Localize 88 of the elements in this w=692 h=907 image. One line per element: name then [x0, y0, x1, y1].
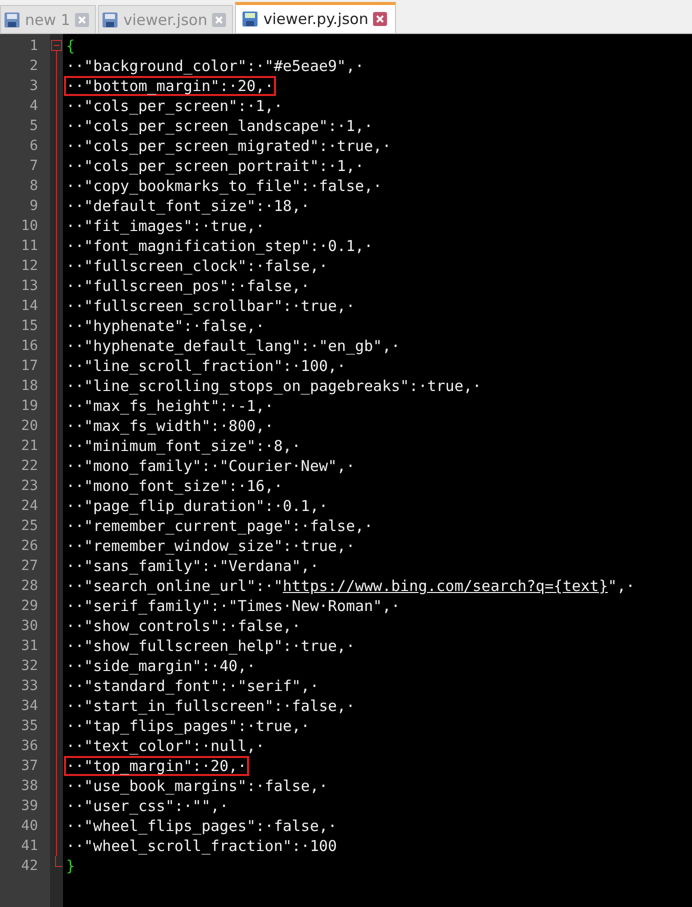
code-line: ··"standard_font":·"serif",·	[65, 676, 320, 696]
code-line: ··"font_magnification_step":·0.1,·	[65, 236, 374, 256]
line-number: 30	[20, 617, 39, 636]
code-line: ··"line_scrolling_stops_on_pagebreaks":·true,·	[65, 376, 482, 396]
code-line: ··"wheel_scroll_fraction":·100	[65, 836, 338, 856]
line-number: 3	[28, 77, 39, 96]
line-number: 7	[28, 157, 39, 176]
line-number: 39	[20, 797, 39, 816]
code-line: ··"fit_images":·true,·	[65, 216, 266, 236]
line-number: 40	[20, 817, 39, 836]
close-icon[interactable]	[373, 12, 388, 26]
code-line: ··"use_book_margins":·false,·	[65, 776, 329, 796]
code-line: ··"fullscreen_scrollbar":·true,·	[65, 296, 356, 316]
code-line: ··"hyphenate":·false,·	[65, 316, 266, 336]
code-line: ··"text_color":·null,·	[65, 736, 266, 756]
code-line: ··"remember_window_size":·true,·	[65, 536, 356, 556]
close-icon[interactable]	[75, 12, 90, 26]
line-number: 21	[20, 437, 39, 456]
line-number: 9	[28, 197, 39, 216]
code-line: ··"background_color":·"#e5eae9",·	[65, 56, 366, 76]
line-number: 18	[20, 377, 39, 396]
code-line: }	[65, 856, 76, 876]
code-line: ··"mono_font_size":·16,·	[65, 476, 284, 496]
code-line: ··"cols_per_screen_landscape":·1,·	[65, 116, 374, 136]
line-number: 15	[20, 317, 39, 336]
line-number: 2	[28, 57, 39, 76]
line-number: 37	[20, 757, 39, 776]
line-number: 12	[20, 257, 39, 276]
code-line: ··"max_fs_width":·800,·	[65, 416, 275, 436]
file-tab[interactable]: viewer.py.json	[235, 2, 396, 33]
code-line: ··"show_controls":·false,·	[65, 616, 302, 636]
line-number: 27	[20, 557, 39, 576]
line-number: 38	[20, 777, 39, 796]
line-number: 14	[20, 297, 39, 316]
line-number: 10	[20, 217, 39, 236]
code-line: ··"page_flip_duration":·0.1,·	[65, 496, 329, 516]
line-number: 20	[20, 417, 39, 436]
line-number: 32	[20, 657, 39, 676]
line-number: 19	[20, 397, 39, 416]
code-line: ··"max_fs_height":·-1,·	[65, 396, 275, 416]
code-line: ··"cols_per_screen":·1,·	[65, 96, 284, 116]
close-icon[interactable]	[212, 12, 226, 26]
line-number: 11	[20, 237, 39, 256]
line-number: 6	[28, 137, 39, 156]
line-number: 13	[20, 277, 39, 296]
code-line: ··"fullscreen_clock":·false,·	[65, 256, 329, 276]
code-line: ··"sans_family":·"Verdana",·	[65, 556, 320, 576]
line-number: 16	[20, 337, 39, 356]
code-line: ··"hyphenate_default_lang":·"en_gb",·	[65, 336, 402, 356]
code-line: ··"wheel_flips_pages":·false,·	[65, 816, 338, 836]
code-line: ··"default_font_size":·18,·	[65, 196, 311, 216]
line-number: 29	[20, 597, 39, 616]
code-line: ··"show_fullscreen_help":·true,·	[65, 636, 356, 656]
line-number: 23	[20, 477, 39, 496]
line-number: 42	[20, 857, 39, 876]
url-link[interactable]: https://www.bing.com/search?q={text}	[282, 577, 608, 595]
code-line: ··"mono_family":·"Courier·New",·	[65, 456, 356, 476]
line-number: 35	[20, 717, 39, 736]
code-line: ··"start_in_fullscreen":·false,·	[65, 696, 356, 716]
code-line: ··"search_online_url":·"https://www.bing.com/search?q={text}",·	[65, 576, 636, 596]
code-line: ··"cols_per_screen_portrait":·1,·	[65, 156, 366, 176]
code-line: ··"line_scroll_fraction":·100,·	[65, 356, 347, 376]
line-number: 8	[28, 177, 39, 196]
line-number: 26	[20, 537, 39, 556]
line-number: 28	[20, 577, 39, 596]
line-number: 33	[20, 677, 39, 696]
line-number: 24	[20, 497, 39, 516]
code-line: ··"fullscreen_pos":·false,·	[65, 276, 311, 296]
line-number: 25	[20, 517, 39, 536]
line-number: 31	[20, 637, 39, 656]
code-line: ··"copy_bookmarks_to_file":·false,·	[65, 176, 384, 196]
code-line: ··"user_css":·"",·	[65, 796, 230, 816]
line-number: 34	[20, 697, 39, 716]
line-number: 22	[20, 457, 39, 476]
line-number: 36	[20, 737, 39, 756]
fold-end-icon	[54, 856, 62, 867]
line-number: 5	[28, 117, 39, 136]
code-line: ··"remember_current_page":·false,·	[65, 516, 374, 536]
code-line: ··"side_margin":·40,·	[65, 656, 257, 676]
code-line: ··"cols_per_screen_migrated":·true,·	[65, 136, 392, 156]
code-line: ··"serif_family":·"Times·New·Roman",·	[65, 596, 402, 616]
line-number: 4	[28, 97, 39, 116]
code-line: ··"tap_flips_pages":·true,·	[65, 716, 311, 736]
line-number: 1	[28, 37, 39, 56]
code-line: {	[65, 36, 76, 56]
line-number: 41	[20, 837, 39, 856]
code-line: ··"minimum_font_size":·8,·	[65, 436, 302, 456]
line-number: 17	[20, 357, 39, 376]
